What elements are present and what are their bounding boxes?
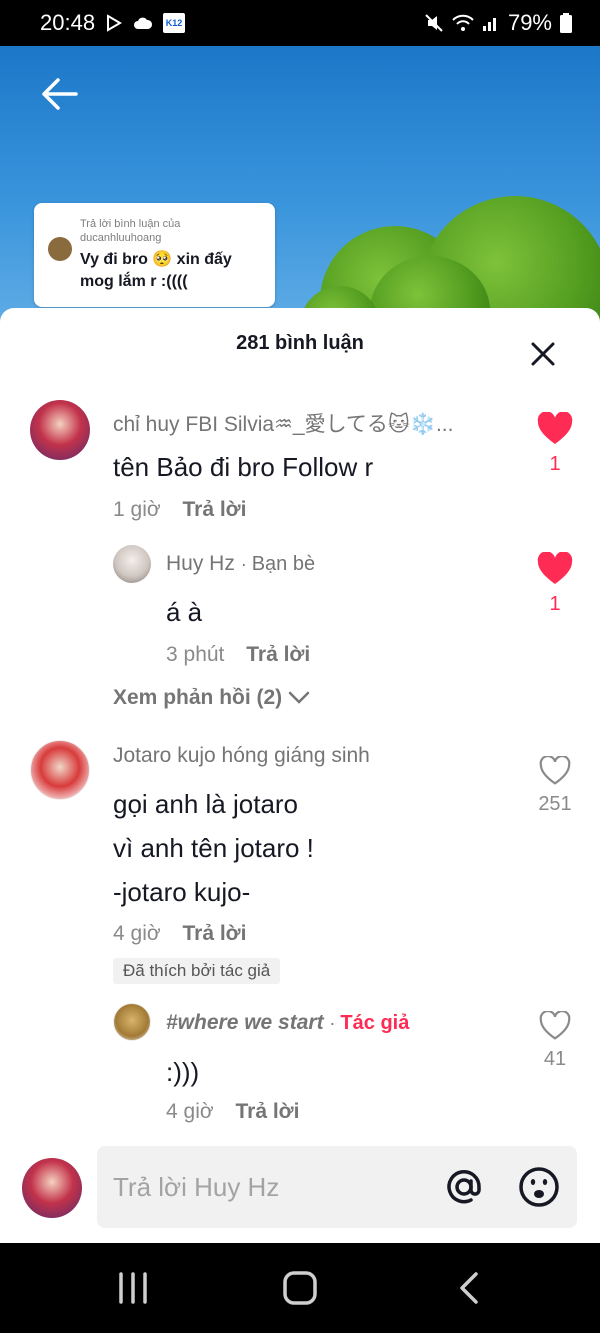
reply-card-text: Vy đi bro 🥺 xin đấy mog lắm r :((((	[80, 251, 232, 290]
comment-time: 1 giờ	[113, 498, 161, 521]
reply-username[interactable]: Huy Hz	[166, 552, 235, 575]
comment-time: 4 giờ	[113, 922, 161, 945]
status-bar: 20:48 K12 79%	[0, 0, 600, 46]
sheet-header: 281 bình luận	[0, 308, 600, 378]
mention-icon[interactable]	[443, 1166, 485, 1208]
wifi-icon	[452, 14, 474, 32]
like-count: 251	[538, 793, 572, 815]
view-replies-button[interactable]: Xem phản hồi (2)	[113, 686, 310, 710]
liked-by-creator-badge: Đã thích bởi tác giả	[113, 958, 281, 984]
signal-icon	[482, 14, 500, 32]
comment-input-bar	[0, 1130, 600, 1243]
comment-text: :)))	[166, 1057, 200, 1087]
play-icon	[105, 14, 123, 32]
comment-text-line: vì anh tên jotaro !	[113, 833, 314, 863]
like-button[interactable]: 1	[535, 551, 575, 616]
input-box	[97, 1146, 577, 1228]
comment-meta: 4 giờ Trả lời	[113, 922, 246, 946]
comments-sheet: 281 bình luận chỉ huy FBI Silvia♒_愛してる🐱❄…	[0, 308, 600, 1243]
recent-apps-icon[interactable]	[116, 1271, 150, 1305]
heart-filled-icon	[537, 551, 573, 584]
comment-time: 3 phút	[166, 643, 225, 666]
reply-button[interactable]: Trả lời	[235, 1100, 299, 1123]
battery-percent: 79%	[507, 10, 552, 35]
like-count: 1	[549, 593, 561, 615]
home-icon[interactable]	[282, 1271, 318, 1305]
author-tag: Tác giả	[340, 1012, 410, 1034]
cloud-icon	[133, 16, 153, 30]
back-nav-icon[interactable]	[456, 1271, 482, 1305]
like-button[interactable]: 41	[535, 1009, 575, 1071]
avatar[interactable]	[113, 1003, 151, 1041]
heart-outline-icon	[539, 754, 571, 785]
like-count: 41	[543, 1048, 567, 1070]
reply-button[interactable]: Trả lời	[182, 922, 246, 945]
back-arrow-icon[interactable]	[38, 74, 82, 114]
close-icon[interactable]	[530, 341, 556, 367]
k12-app-icon: K12	[163, 13, 186, 33]
reply-card-label: Trả lời bình luận của ducanhluuhoang	[80, 218, 181, 244]
comment-username: Huy Hz · Bạn bè	[166, 552, 316, 575]
navigation-bar	[0, 1243, 600, 1333]
battery-icon	[560, 13, 572, 33]
avatar[interactable]	[30, 740, 90, 800]
comment-text: tên Bảo đi bro Follow r	[113, 452, 374, 482]
comment-username: #where we start · Tác giả	[166, 1011, 410, 1034]
comment-count: 281 bình luận	[236, 331, 364, 354]
comment-meta: 4 giờ Trả lời	[166, 1100, 299, 1124]
chevron-down-icon	[288, 691, 310, 704]
mute-icon	[424, 13, 444, 33]
comment-text-line: -jotaro kujo-	[113, 877, 251, 907]
reply-button[interactable]: Trả lời	[182, 498, 246, 521]
comment-text-line: gọi anh là jotaro	[113, 789, 299, 819]
comment-username[interactable]: Jotaro kujo hóng giáng sinh	[113, 744, 370, 768]
my-avatar	[22, 1158, 82, 1218]
like-button[interactable]: 251	[535, 754, 575, 816]
avatar[interactable]	[113, 545, 151, 583]
reply-button[interactable]: Trả lời	[246, 643, 310, 666]
reply-card: Trả lời bình luận của ducanhluuhoang Vy …	[34, 203, 275, 307]
like-count: 1	[549, 453, 561, 475]
comment-text-block: gọi anh là jotaro vì anh tên jotaro ! -j…	[113, 782, 314, 914]
comment-meta: 3 phút Trả lời	[166, 643, 310, 667]
comment-time: 4 giờ	[166, 1100, 214, 1123]
like-button[interactable]: 1	[535, 411, 575, 476]
view-replies-label: Xem phản hồi (2)	[113, 686, 283, 709]
comment-input[interactable]	[113, 1146, 433, 1228]
comment-meta: 1 giờ Trả lời	[113, 498, 246, 522]
avatar[interactable]	[30, 400, 90, 460]
reply-card-avatar	[48, 237, 72, 261]
emoji-icon[interactable]	[518, 1166, 560, 1208]
status-time: 20:48	[40, 10, 96, 35]
reply-username[interactable]: #where we start	[166, 1011, 324, 1034]
heart-filled-icon	[537, 411, 573, 444]
heart-outline-icon	[539, 1009, 571, 1040]
comment-text: á à	[166, 597, 203, 627]
relation-label: Bạn bè	[251, 553, 316, 575]
comment-username[interactable]: chỉ huy FBI Silvia♒_愛してる🐱❄️...	[113, 408, 453, 438]
